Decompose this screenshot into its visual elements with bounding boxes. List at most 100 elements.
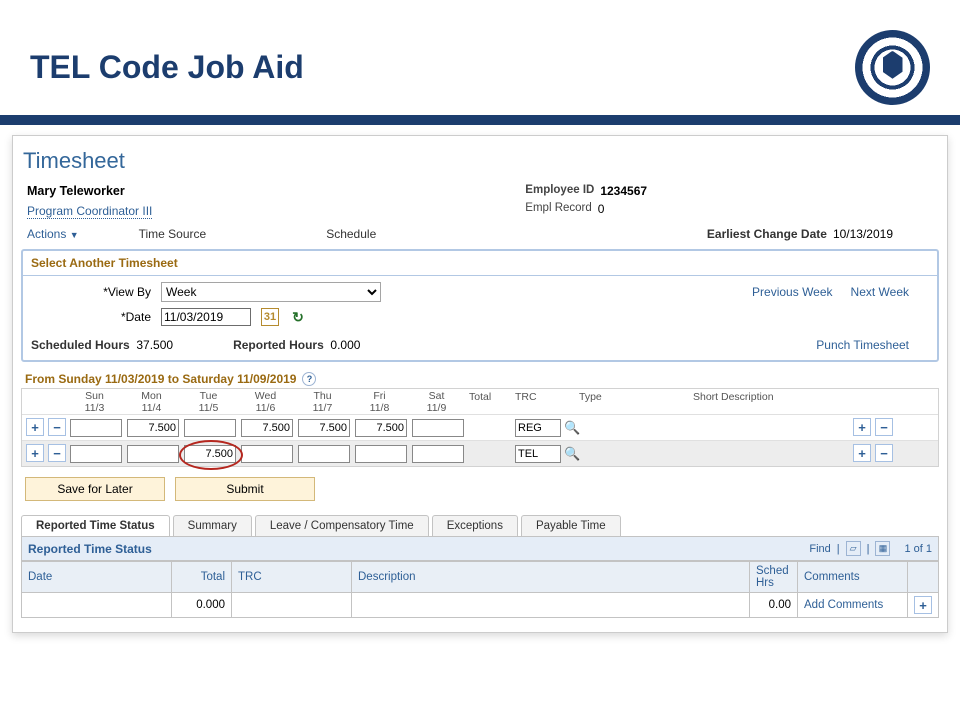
- reported-time-status-header: Reported Time Status Find | ▱ | ▦ 1 of 1: [21, 536, 939, 561]
- col-trc: TRC: [511, 391, 575, 414]
- rts-col-description: Description: [352, 562, 750, 593]
- scheduled-hours-value: 37.500: [136, 338, 173, 352]
- timesheet-grid: Sun11/3 Mon11/4 Tue11/5 Wed11/6 Thu11/7 …: [21, 388, 939, 467]
- hours-input[interactable]: [127, 419, 179, 437]
- col-total: Total: [465, 391, 511, 414]
- lookup-icon[interactable]: 🔍: [564, 446, 580, 462]
- job-title-link[interactable]: Program Coordinator III: [27, 204, 152, 219]
- select-another-title: Select Another Timesheet: [23, 251, 937, 276]
- hours-input[interactable]: [412, 445, 464, 463]
- date-input[interactable]: [161, 308, 251, 326]
- scheduled-hours-label: Scheduled Hours: [31, 338, 130, 352]
- hours-input[interactable]: [355, 419, 407, 437]
- reported-hours-value: 0.000: [330, 338, 360, 352]
- empl-record-value: 0: [598, 202, 605, 216]
- employee-id-value: 1234567: [600, 184, 647, 198]
- state-seal-icon: [855, 30, 930, 105]
- view-all-icon[interactable]: ▱: [846, 541, 861, 556]
- remove-row-button[interactable]: −: [875, 418, 893, 436]
- reported-time-status-table: Date Total TRC Description Sched Hrs Com…: [21, 561, 939, 618]
- hours-input[interactable]: [241, 445, 293, 463]
- hours-input[interactable]: [70, 419, 122, 437]
- previous-week-link[interactable]: Previous Week: [752, 285, 832, 299]
- rts-col-sched: Sched Hrs: [750, 562, 798, 593]
- trc-input[interactable]: [515, 445, 561, 463]
- help-icon[interactable]: ?: [302, 372, 316, 386]
- slide-title: TEL Code Job Aid: [30, 49, 304, 86]
- grid-row: + − 🔍 + −: [22, 414, 938, 440]
- page-title: Timesheet: [21, 144, 939, 184]
- tab-payable-time[interactable]: Payable Time: [521, 515, 621, 536]
- hours-input[interactable]: [184, 419, 236, 437]
- lookup-icon[interactable]: 🔍: [564, 420, 580, 436]
- tab-exceptions[interactable]: Exceptions: [432, 515, 518, 536]
- hours-input[interactable]: [298, 445, 350, 463]
- day-col-sun: Sun: [66, 391, 123, 403]
- hours-input[interactable]: [184, 445, 236, 463]
- tab-reported-time-status[interactable]: Reported Time Status: [21, 515, 170, 536]
- hours-input[interactable]: [70, 445, 122, 463]
- day-col-thu: Thu: [294, 391, 351, 403]
- slide-divider: [0, 115, 960, 125]
- submit-button[interactable]: Submit: [175, 477, 315, 501]
- hours-input[interactable]: [355, 445, 407, 463]
- highlight-circle-icon: [184, 444, 236, 461]
- add-row-button[interactable]: +: [26, 444, 44, 462]
- grid-row: + − 🔍 + −: [22, 440, 938, 466]
- earliest-change-label: Earliest Change Date: [707, 227, 827, 241]
- grid-view-icon[interactable]: ▦: [875, 541, 890, 556]
- date-label: *Date: [31, 310, 151, 324]
- hours-input[interactable]: [127, 445, 179, 463]
- time-source-label: Time Source: [139, 227, 207, 241]
- day-col-fri: Fri: [351, 391, 408, 403]
- rts-col-date: Date: [22, 562, 172, 593]
- select-another-timesheet-box: Select Another Timesheet *View By Week P…: [21, 249, 939, 362]
- hours-input[interactable]: [412, 419, 464, 437]
- employee-name: Mary Teleworker: [27, 184, 525, 204]
- tab-summary[interactable]: Summary: [173, 515, 252, 536]
- remove-row-button[interactable]: −: [875, 444, 893, 462]
- save-for-later-button[interactable]: Save for Later: [25, 477, 165, 501]
- add-row-button[interactable]: +: [853, 418, 871, 436]
- remove-row-button[interactable]: −: [48, 418, 66, 436]
- reported-hours-label: Reported Hours: [233, 338, 324, 352]
- add-row-button[interactable]: +: [914, 596, 932, 614]
- add-comments-link[interactable]: Add Comments: [804, 599, 883, 611]
- col-desc: Short Description: [689, 391, 849, 414]
- day-col-wed: Wed: [237, 391, 294, 403]
- add-row-button[interactable]: +: [26, 418, 44, 436]
- rts-col-comments: Comments: [798, 562, 908, 593]
- day-col-tue: Tue: [180, 391, 237, 403]
- refresh-icon[interactable]: ↻: [289, 308, 307, 326]
- earliest-change-value: 10/13/2019: [833, 227, 893, 241]
- hours-input[interactable]: [298, 419, 350, 437]
- row-count: 1 of 1: [896, 543, 932, 555]
- rts-row: 0.000 0.00 Add Comments +: [22, 593, 939, 618]
- viewby-label: *View By: [31, 285, 151, 299]
- rts-col-trc: TRC: [232, 562, 352, 593]
- chevron-down-icon: ▼: [70, 230, 79, 240]
- employee-id-label: Employee ID: [525, 184, 594, 198]
- status-tabbar: Reported Time Status Summary Leave / Com…: [21, 513, 939, 536]
- trc-input[interactable]: [515, 419, 561, 437]
- remove-row-button[interactable]: −: [48, 444, 66, 462]
- next-week-link[interactable]: Next Week: [851, 285, 909, 299]
- empl-record-label: Empl Record: [525, 202, 591, 216]
- add-row-button[interactable]: +: [853, 444, 871, 462]
- calendar-icon[interactable]: 31: [261, 308, 279, 326]
- find-link[interactable]: Find: [809, 543, 830, 555]
- punch-timesheet-link[interactable]: Punch Timesheet: [816, 338, 929, 352]
- timesheet-panel: Timesheet Mary Teleworker Program Coordi…: [12, 135, 948, 633]
- rts-col-total: Total: [172, 562, 232, 593]
- hours-input[interactable]: [241, 419, 293, 437]
- date-range-label: From Sunday 11/03/2019 to Saturday 11/09…: [25, 372, 296, 386]
- reported-time-status-title: Reported Time Status: [28, 542, 152, 556]
- tab-leave-comp-time[interactable]: Leave / Compensatory Time: [255, 515, 429, 536]
- schedule-label: Schedule: [326, 227, 376, 241]
- day-col-sat: Sat: [408, 391, 465, 403]
- viewby-select[interactable]: Week: [161, 282, 381, 302]
- actions-menu[interactable]: Actions ▼: [27, 227, 79, 241]
- slide-title-row: TEL Code Job Aid: [0, 0, 960, 115]
- day-col-mon: Mon: [123, 391, 180, 403]
- col-type: Type: [575, 391, 689, 414]
